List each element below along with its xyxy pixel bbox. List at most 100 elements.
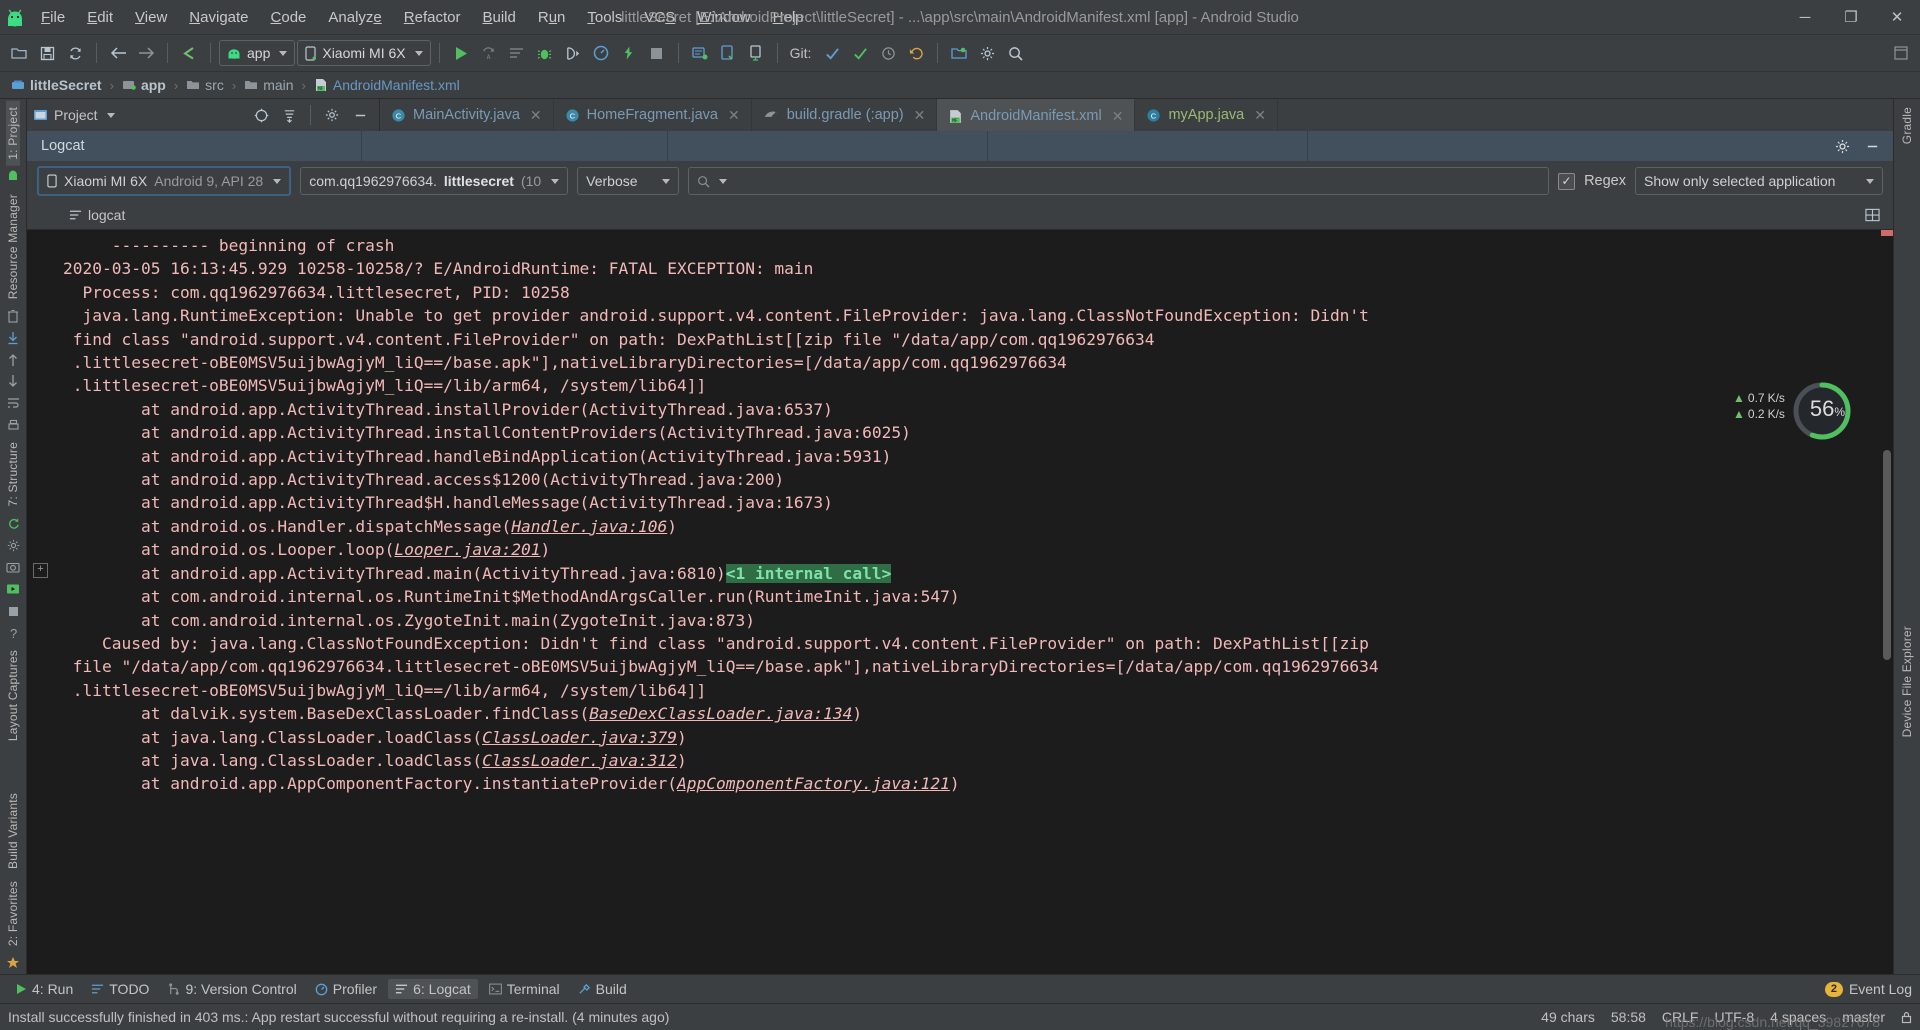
menu-item-refactor[interactable]: Refactor — [393, 6, 472, 29]
locate-icon[interactable] — [248, 102, 274, 128]
split-view-icon[interactable] — [1859, 202, 1885, 228]
sdk-manager-icon[interactable] — [687, 40, 713, 66]
screenshot-icon[interactable] — [2, 558, 24, 576]
menu-item-window[interactable]: Window — [686, 6, 761, 29]
logcat-search-input[interactable] — [688, 167, 1549, 195]
event-log-button[interactable]: 2 Event Log — [1825, 981, 1912, 997]
close-icon[interactable]: ✕ — [914, 107, 926, 124]
status-lock-icon[interactable] — [1901, 1011, 1912, 1024]
apply-code-changes-icon[interactable] — [504, 40, 530, 66]
breadcrumb-item-littlesecret[interactable]: littleSecret — [8, 76, 105, 94]
arrow-down-icon[interactable] — [2, 373, 24, 391]
forward-icon[interactable] — [133, 40, 159, 66]
logcat-scope-selector[interactable]: Show only selected application — [1635, 167, 1883, 195]
attach-debugger-icon[interactable] — [560, 40, 586, 66]
bottom-tool-version-control[interactable]: 9: Version Control — [160, 979, 303, 999]
device-selector[interactable]: Xiaomi MI 6X — [297, 40, 430, 66]
chevron-down-icon[interactable] — [719, 179, 727, 184]
logcat-device-selector[interactable]: Xiaomi MI 6X Android 9, API 28 — [37, 166, 291, 196]
bottom-tool-todo[interactable]: TODO — [84, 979, 156, 999]
last-edit-location-icon[interactable] — [176, 40, 202, 66]
git-update-icon[interactable] — [819, 40, 845, 66]
editor-tab-buildgradle[interactable]: build.gradle (:app) ✕ — [752, 99, 938, 131]
logcat-tab[interactable]: logcat — [63, 205, 131, 225]
logcat-regex-checkbox[interactable]: ✓ — [1558, 173, 1575, 190]
favorites-star-icon[interactable] — [2, 954, 24, 972]
sidebar-item-build-variants[interactable]: Build Variants — [6, 787, 20, 875]
editor-tab-mainactivity[interactable]: C MainActivity.java ✕ — [380, 99, 554, 131]
menu-item-run[interactable]: Run — [527, 6, 577, 29]
revert-icon[interactable] — [903, 40, 929, 66]
console-source-link[interactable]: ClassLoader.java:379 — [482, 728, 677, 747]
bookmark-icon[interactable] — [2, 168, 24, 186]
menu-item-help[interactable]: Help — [762, 6, 815, 29]
debug-icon[interactable] — [532, 40, 558, 66]
logcat-console[interactable]: + ---------- beginning of crash2020-03-0… — [27, 230, 1893, 974]
save-all-icon[interactable] — [34, 40, 60, 66]
search-everywhere-icon[interactable] — [1002, 40, 1028, 66]
sidebar-item-project[interactable]: 1: Project — [6, 101, 20, 166]
device-monitor-icon[interactable] — [743, 40, 769, 66]
console-highlight[interactable]: <1 internal call> — [726, 564, 892, 583]
menu-item-edit[interactable]: Edit — [76, 6, 124, 29]
minimize-button[interactable]: ─ — [1782, 0, 1828, 34]
menu-item-vcs[interactable]: VCS — [633, 6, 686, 29]
breadcrumb-item-androidmanifest[interactable]: MF AndroidManifest.xml — [311, 76, 463, 94]
close-icon[interactable]: ✕ — [1254, 107, 1266, 124]
project-structure-icon[interactable] — [946, 40, 972, 66]
avd-manager-icon[interactable] — [715, 40, 741, 66]
menu-item-build[interactable]: Build — [471, 6, 526, 29]
help-icon[interactable]: ? — [2, 624, 24, 642]
breadcrumb-item-src[interactable]: src — [183, 76, 227, 94]
error-stripe-marker[interactable] — [1881, 230, 1893, 236]
sidebar-item-device-file-explorer[interactable]: Device File Explorer — [1900, 620, 1914, 743]
menu-item-code[interactable]: Code — [260, 6, 318, 29]
editor-tab-homefragment[interactable]: C HomeFragment.java ✕ — [554, 99, 752, 131]
run-icon[interactable] — [448, 40, 474, 66]
menu-item-analyze[interactable]: Analyze — [317, 6, 392, 29]
collapse-all-icon[interactable] — [276, 102, 302, 128]
close-icon[interactable]: ✕ — [530, 107, 542, 124]
maximize-toolbar-icon[interactable] — [1888, 40, 1914, 66]
wrap-text-icon[interactable] — [2, 394, 24, 412]
settings-icon[interactable] — [2, 537, 24, 555]
sync-icon[interactable] — [62, 40, 88, 66]
module-selector[interactable]: app — [219, 40, 295, 66]
logcat-level-selector[interactable]: Verbose — [577, 167, 679, 195]
fold-expand-icon[interactable]: + — [33, 563, 48, 578]
git-history-icon[interactable] — [875, 40, 901, 66]
console-source-link[interactable]: AppComponentFactory.java:121 — [677, 774, 950, 793]
sidebar-item-gradle[interactable]: Gradle — [1900, 101, 1914, 150]
logcat-process-selector[interactable]: com.qq1962976634.littlesecret (10 — [300, 167, 568, 195]
instant-run-icon[interactable] — [616, 40, 642, 66]
hide-icon[interactable] — [347, 102, 373, 128]
arrow-up-icon[interactable] — [2, 351, 24, 369]
open-folder-icon[interactable] — [6, 40, 32, 66]
console-text-area[interactable]: ---------- beginning of crash2020-03-05 … — [55, 230, 1893, 974]
download-icon[interactable] — [2, 329, 24, 347]
sidebar-item-structure[interactable]: 7: Structure — [6, 436, 20, 512]
git-commit-icon[interactable] — [847, 40, 873, 66]
menu-item-file[interactable]: File — [30, 6, 76, 29]
screen-record-icon[interactable] — [2, 580, 24, 598]
scrollbar-thumb[interactable] — [1883, 450, 1891, 660]
breadcrumb-item-main[interactable]: main — [241, 76, 296, 94]
stop-icon[interactable] — [2, 602, 24, 620]
sidebar-item-resource-manager[interactable]: Resource Manager — [6, 188, 20, 305]
console-source-link[interactable]: ClassLoader.java:312 — [482, 751, 677, 770]
sidebar-item-layout-captures[interactable]: Layout Captures — [6, 644, 20, 747]
chevron-down-icon[interactable] — [107, 113, 115, 118]
restart-icon[interactable] — [2, 515, 24, 533]
trash-icon[interactable] — [2, 307, 24, 325]
stop-icon[interactable] — [644, 40, 670, 66]
console-source-link[interactable]: Handler.java:106 — [511, 517, 667, 536]
breadcrumb-item-app[interactable]: app — [119, 76, 169, 94]
menu-item-view[interactable]: View — [124, 6, 178, 29]
bottom-tool-profiler[interactable]: Profiler — [308, 979, 384, 999]
print-icon[interactable] — [2, 416, 24, 434]
editor-tab-myapp[interactable]: C myApp.java ✕ — [1135, 99, 1278, 131]
console-scrollbar[interactable] — [1881, 230, 1893, 974]
settings-icon[interactable] — [1829, 133, 1855, 159]
apply-changes-icon[interactable]: A — [476, 40, 502, 66]
settings-icon[interactable] — [974, 40, 1000, 66]
